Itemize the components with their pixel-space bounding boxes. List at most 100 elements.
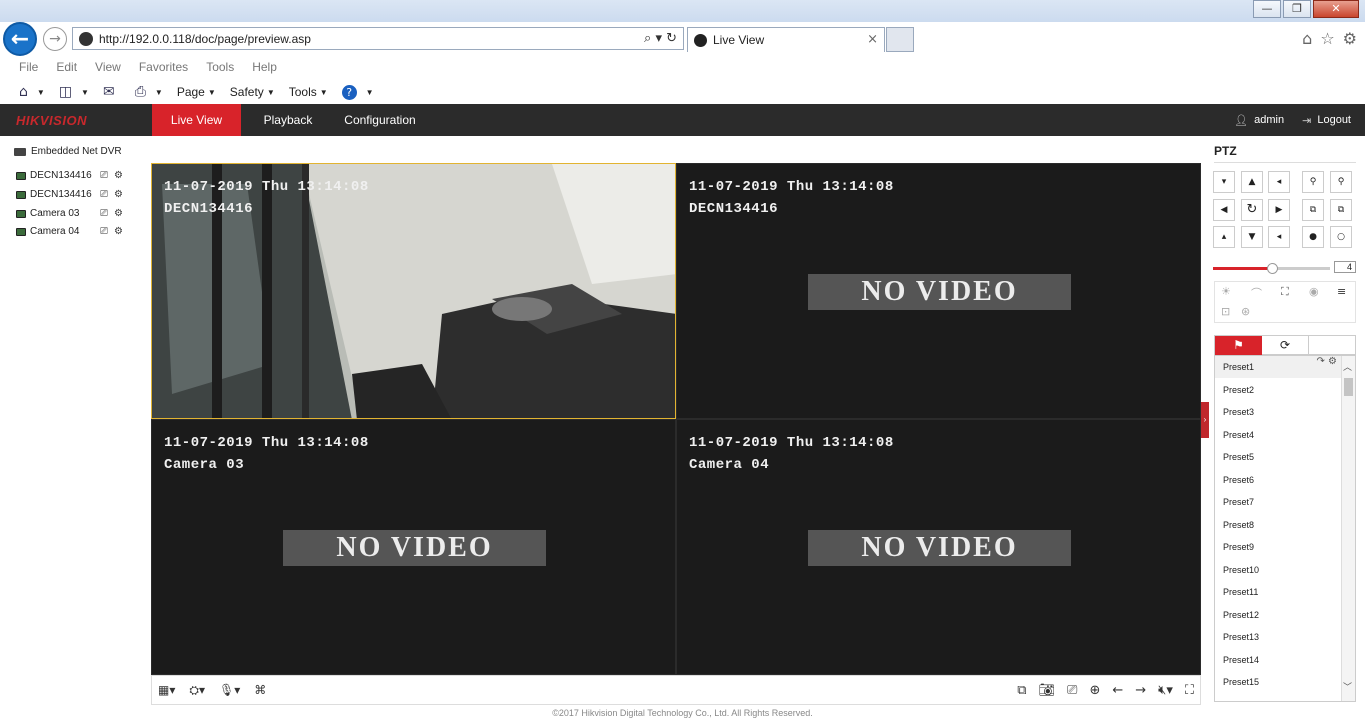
video-cell-3[interactable]: 11-07-2019 Thu 13:14:08 Camera 03 NO VID… xyxy=(151,419,676,675)
ptz-icon[interactable]: ⚙ xyxy=(114,189,123,200)
favorites-star-icon[interactable]: ☆ xyxy=(1320,29,1334,48)
tab-patrol[interactable]: ⟳ xyxy=(1262,336,1309,355)
print-command[interactable]: ⎙ ▼ xyxy=(135,84,163,100)
menu-favorites[interactable]: Favorites xyxy=(139,60,188,74)
iris-open-button[interactable]: ● xyxy=(1302,226,1324,248)
video-cell-2[interactable]: 11-07-2019 Thu 13:14:08 DECN134416 NO VI… xyxy=(676,163,1201,419)
close-window-button[interactable]: ✕ xyxy=(1313,0,1359,18)
mail-command[interactable]: ✉ xyxy=(103,84,121,100)
preset-item[interactable]: Preset2 xyxy=(1215,379,1343,401)
record-icon[interactable]: ⎚ xyxy=(1067,683,1077,698)
camera-item[interactable]: Camera 04 ⎚ ⚙ xyxy=(16,226,141,237)
tab-playback[interactable]: Playback xyxy=(248,104,328,136)
preset-item[interactable]: Preset5 xyxy=(1215,446,1343,468)
page-menu[interactable]: Page ▼ xyxy=(177,85,216,99)
set-preset-icon[interactable]: ⚙ xyxy=(1328,356,1337,367)
browser-tab[interactable]: Live View × xyxy=(687,27,885,52)
user-menu[interactable]: 👤︎ admin xyxy=(1234,114,1284,127)
forward-button[interactable]: → xyxy=(43,27,67,51)
pan-down-button[interactable]: ▼ xyxy=(1241,226,1263,248)
focus-near-button[interactable]: ⧉ xyxy=(1302,199,1324,221)
preset-item[interactable]: Preset16 xyxy=(1215,694,1343,702)
record-icon[interactable]: ⎚ xyxy=(100,189,108,200)
ptz-icon[interactable]: ⚙ xyxy=(114,208,123,219)
stream-icon[interactable]: ⛭▾ xyxy=(189,683,205,698)
volume-mute-icon[interactable]: 🔇︎▾ xyxy=(1158,683,1173,698)
address-bar[interactable]: http://192.0.0.118/doc/page/preview.asp … xyxy=(72,27,684,50)
pan-down-right-button[interactable]: ◂ xyxy=(1268,226,1290,248)
tab-live-view[interactable]: Live View xyxy=(152,104,241,136)
record-icon[interactable]: ⎚ xyxy=(100,170,108,181)
preset-item[interactable]: Preset13 xyxy=(1215,626,1343,648)
focus-far-button[interactable]: ⧉ xyxy=(1330,199,1352,221)
ptz-icon[interactable]: ⚙ xyxy=(114,170,123,181)
zoom-in-button[interactable]: ⚲ xyxy=(1330,171,1352,193)
back-button[interactable]: ← xyxy=(3,22,37,56)
menu-help[interactable]: Help xyxy=(252,60,277,74)
preset-item[interactable]: Preset7 xyxy=(1215,491,1343,513)
pan-up-button[interactable]: ▲ xyxy=(1241,171,1263,193)
logout-button[interactable]: ⇥ Logout xyxy=(1302,114,1351,127)
focus-assist-icon[interactable]: ⊡ xyxy=(1221,305,1230,318)
preset-item[interactable]: Preset3 xyxy=(1215,401,1343,423)
call-preset-icon[interactable]: ↷ xyxy=(1316,356,1328,367)
new-tab-button[interactable] xyxy=(886,27,914,52)
scroll-up-icon[interactable]: ︿ xyxy=(1343,360,1352,373)
zoom-out-button[interactable]: ⚲ xyxy=(1302,171,1324,193)
manual-tracking-icon[interactable]: ⊛ xyxy=(1241,305,1250,318)
home-icon[interactable]: ⌂ xyxy=(1302,29,1312,48)
camera-item[interactable]: DECN134416 ⎚ ⚙ xyxy=(16,170,141,181)
preset-item[interactable]: Preset11 xyxy=(1215,581,1343,603)
preset-scrollbar[interactable]: ︿ ﹀ xyxy=(1341,356,1355,701)
ptz-icon[interactable]: ⚙ xyxy=(114,226,123,237)
record-icon[interactable]: ⎚ xyxy=(100,226,108,237)
video-cell-4[interactable]: 11-07-2019 Thu 13:14:08 Camera 04 NO VID… xyxy=(676,419,1201,675)
menu-edit[interactable]: Edit xyxy=(56,60,77,74)
tab-close-icon[interactable]: × xyxy=(867,32,878,47)
fullscreen-icon[interactable]: ⛶ xyxy=(1185,683,1194,698)
microphone-icon[interactable]: 🎙︎▾ xyxy=(219,683,240,698)
zoom-icon[interactable]: ⊕ xyxy=(1089,683,1100,698)
3d-position-icon[interactable]: ⛶ xyxy=(1281,285,1289,299)
more-menu-icon[interactable]: ≡ xyxy=(1337,285,1346,298)
record-icon[interactable]: ⎚ xyxy=(100,208,108,219)
tab-preset[interactable]: ⚑ xyxy=(1215,336,1262,355)
tab-configuration[interactable]: Configuration xyxy=(335,104,425,136)
minimize-button[interactable]: — xyxy=(1253,0,1281,18)
pan-up-left-button[interactable]: ▾ xyxy=(1213,171,1235,193)
camera-item[interactable]: Camera 03 ⎚ ⚙ xyxy=(16,208,141,219)
search-refresh-icon[interactable]: ⌕ ▾ ↻ xyxy=(644,31,677,46)
capture-icon[interactable]: 📷︎ xyxy=(1039,683,1056,698)
pan-up-right-button[interactable]: ◂ xyxy=(1268,171,1290,193)
pan-right-button[interactable]: ▶ xyxy=(1268,199,1290,221)
camera-item[interactable]: DECN134416 ⎚ ⚙ xyxy=(16,189,141,200)
next-page-icon[interactable]: → xyxy=(1135,683,1146,698)
preset-item[interactable]: Preset8 xyxy=(1215,514,1343,536)
video-cell-1[interactable]: 11-07-2019 Thu 13:14:08 DECN134416 xyxy=(151,163,676,419)
feeds-command[interactable]: ◫ ▼ xyxy=(59,84,89,100)
preset-item[interactable]: Preset6 xyxy=(1215,469,1343,491)
ptz-speed-slider[interactable] xyxy=(1213,263,1330,274)
help-menu[interactable]: ? ▼ xyxy=(341,84,374,100)
menu-file[interactable]: File xyxy=(19,60,38,74)
menu-tools[interactable]: Tools xyxy=(206,60,234,74)
preset-item[interactable]: Preset14 xyxy=(1215,649,1343,671)
preset-item[interactable]: Preset10 xyxy=(1215,559,1343,581)
preset-item[interactable]: Preset9 xyxy=(1215,536,1343,558)
menu-view[interactable]: View xyxy=(95,60,121,74)
home-command[interactable]: ⌂ ▼ xyxy=(19,84,45,100)
scroll-thumb[interactable] xyxy=(1344,378,1353,396)
settings-gear-icon[interactable]: ⚙ xyxy=(1343,29,1357,48)
collapse-panel-handle[interactable]: › xyxy=(1201,402,1209,438)
preset-item[interactable]: Preset12 xyxy=(1215,604,1343,626)
preset-item[interactable]: Preset15 xyxy=(1215,671,1343,693)
tree-root[interactable]: Embedded Net DVR xyxy=(14,146,122,157)
preset-item[interactable]: Preset4 xyxy=(1215,424,1343,446)
stop-all-icon[interactable]: ⧉ xyxy=(1017,683,1026,698)
pan-down-left-button[interactable]: ▴ xyxy=(1213,226,1235,248)
safety-menu[interactable]: Safety ▼ xyxy=(230,85,275,99)
scroll-down-icon[interactable]: ﹀ xyxy=(1343,680,1352,693)
lens-init-icon[interactable]: ◉ xyxy=(1309,285,1319,298)
maximize-button[interactable]: ❐ xyxy=(1283,0,1311,18)
layout-grid-icon[interactable]: ▦▾ xyxy=(158,683,175,698)
